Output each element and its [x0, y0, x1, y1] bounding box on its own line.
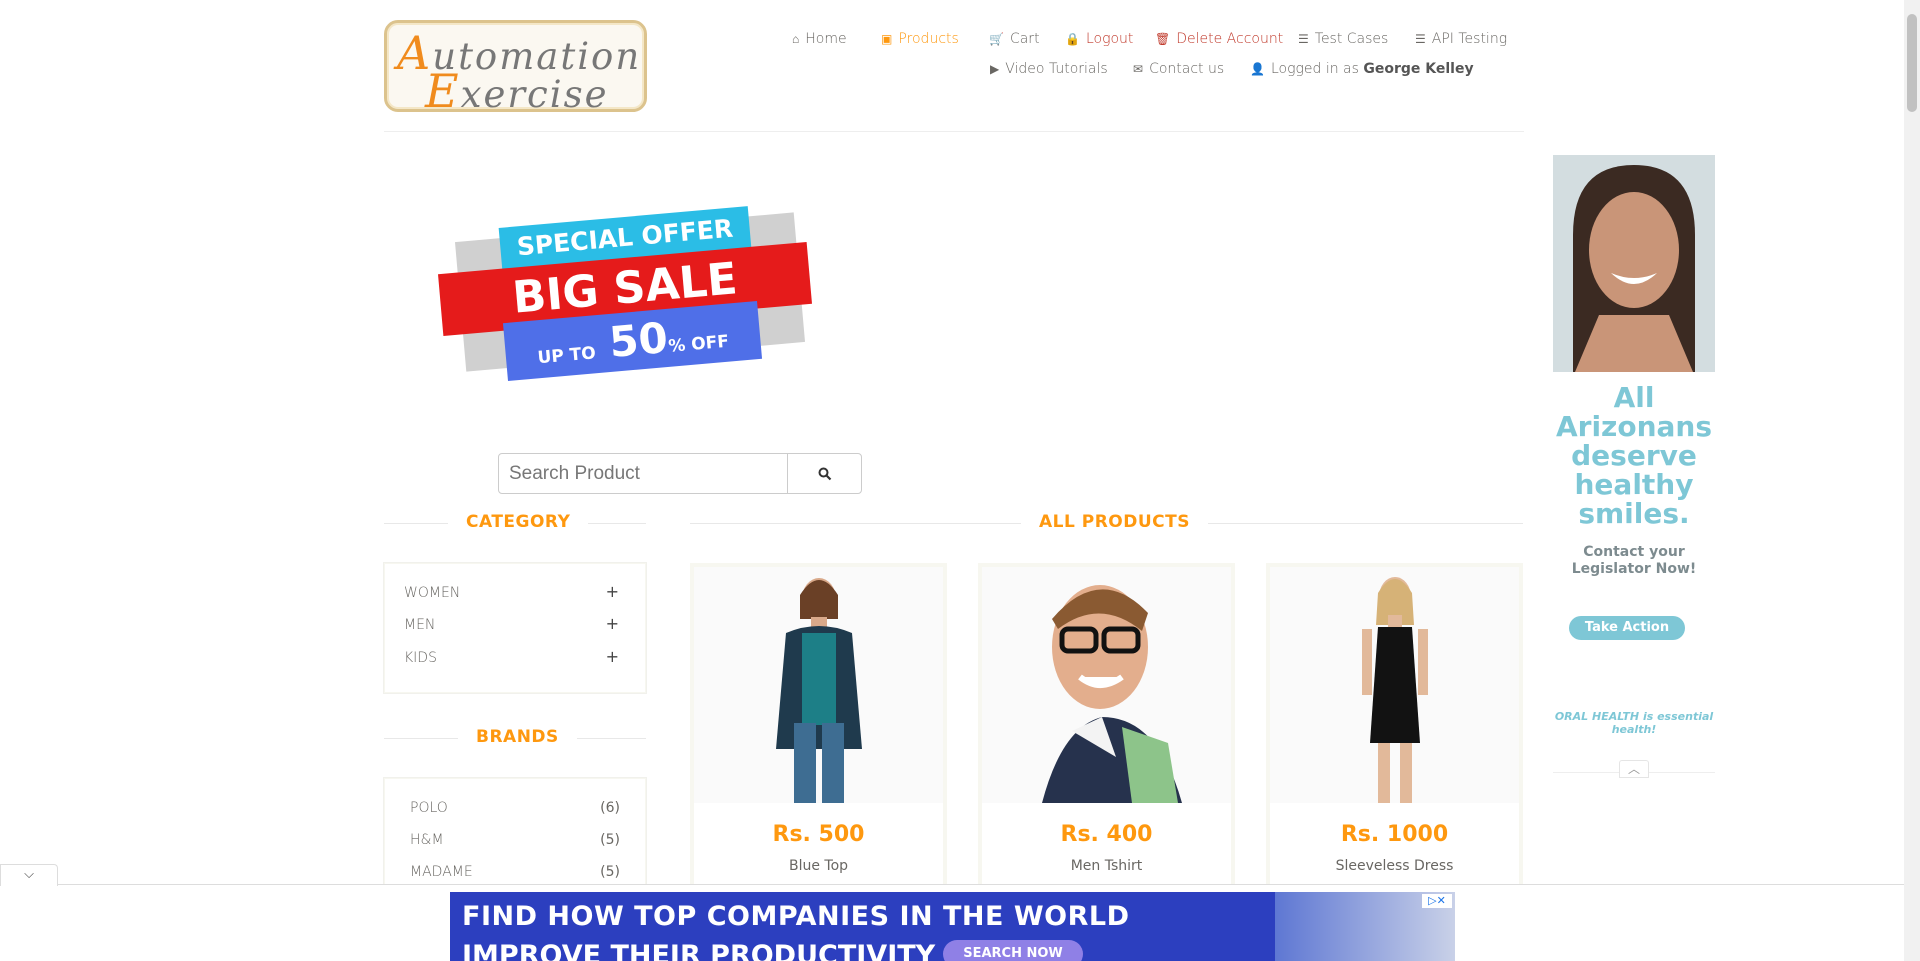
product-card: Rs. 500 Blue Top	[690, 563, 947, 893]
envelope-icon: ✉	[1133, 62, 1144, 76]
product-card: Rs. 400 Men Tshirt	[978, 563, 1235, 893]
brands-panel: POLO (6) H&M (5) MADAME (5)	[384, 778, 646, 888]
chevron-down-icon[interactable]: ⌵	[0, 864, 58, 886]
product-image-sleeveless-dress	[1270, 567, 1519, 803]
chevron-up-icon[interactable]: ︿	[1619, 760, 1649, 778]
brand-item-hm[interactable]: H&M	[410, 832, 444, 848]
product-image-blue-top	[694, 567, 943, 803]
page-scrollbar[interactable]	[1904, 0, 1920, 961]
product-name[interactable]: Sleeveless Dress	[1270, 858, 1519, 874]
ad-footer: ORAL HEALTH is essential health!	[1554, 710, 1714, 736]
ad-take-action-button[interactable]: Take Action	[1569, 616, 1685, 640]
brand-count: (6)	[600, 800, 620, 816]
category-panel: WOMEN + MEN + KIDS +	[384, 563, 646, 693]
list-icon: ☰	[1298, 32, 1309, 46]
trash-icon: 🗑	[1155, 32, 1171, 46]
scrollbar-thumb[interactable]	[1907, 14, 1917, 112]
lock-icon: 🔒	[1065, 32, 1080, 46]
shopping-bag-icon: ▣	[881, 32, 893, 46]
home-icon: ⌂	[792, 32, 800, 46]
plus-icon[interactable]: +	[606, 582, 619, 601]
product-name[interactable]: Blue Top	[694, 858, 943, 874]
product-price: Rs. 400	[1060, 822, 1153, 847]
nav-contact-us[interactable]: ✉ Contact us	[1133, 61, 1224, 77]
brand-count: (5)	[600, 832, 620, 848]
brand-count: (5)	[600, 864, 620, 880]
header-divider	[384, 131, 1524, 132]
all-products-title: ALL PRODUCTS	[1021, 512, 1208, 532]
nav-logged-in-as: 👤 Logged in as George Kelley	[1250, 61, 1474, 77]
ad-photo	[1553, 155, 1715, 372]
logo-line-2: Exercise	[425, 64, 609, 118]
nav-logout[interactable]: 🔒 Logout	[1065, 31, 1133, 47]
list-icon: ☰	[1415, 32, 1426, 46]
product-name[interactable]: Men Tshirt	[982, 858, 1231, 874]
category-item-kids[interactable]: KIDS	[404, 650, 437, 666]
search-product-input[interactable]	[498, 453, 790, 494]
product-price: Rs. 500	[772, 822, 865, 847]
nav-video-tutorials[interactable]: ▶ Video Tutorials	[990, 61, 1108, 77]
nav-products[interactable]: ▣ Products	[881, 31, 959, 47]
ad-bottom-line-1: FIND HOW TOP COMPANIES IN THE WORLD	[462, 901, 1130, 932]
search-button[interactable]	[787, 453, 862, 494]
nav-home[interactable]: ⌂ Home	[792, 31, 847, 47]
ad-bottom-line-2: IMPROVE THEIR PRODUCTIVITY	[462, 940, 936, 961]
search-icon	[818, 467, 831, 480]
site-logo[interactable]: Automation Exercise	[384, 20, 647, 118]
product-price: Rs. 1000	[1340, 822, 1449, 847]
product-image-men-tshirt	[982, 567, 1231, 803]
ad-close-icon[interactable]: ▷✕	[1422, 894, 1452, 908]
brand-item-madame[interactable]: MADAME	[410, 864, 473, 880]
logged-in-username: George Kelley	[1363, 61, 1474, 77]
category-item-women[interactable]: WOMEN	[404, 585, 460, 601]
cart-icon: 🛒	[989, 32, 1004, 46]
user-icon: 👤	[1250, 62, 1265, 76]
side-advertisement[interactable]: All Arizonans deserve healthy smiles. Co…	[1553, 155, 1715, 778]
plus-icon[interactable]: +	[606, 614, 619, 633]
ad-subline: Contact your Legislator Now!	[1571, 544, 1697, 577]
brand-item-polo[interactable]: POLO	[410, 800, 448, 816]
nav-delete-account[interactable]: 🗑 Delete Account	[1155, 31, 1283, 47]
nav-api-testing[interactable]: ☰ API Testing	[1415, 31, 1507, 47]
youtube-play-icon: ▶	[990, 62, 1000, 76]
category-title: CATEGORY	[448, 512, 589, 532]
nav-cart[interactable]: 🛒 Cart	[989, 31, 1040, 47]
sale-banner: SPECIAL OFFER BIG SALE UP TO 50% OFF	[438, 206, 825, 387]
bottom-advertisement[interactable]: FIND HOW TOP COMPANIES IN THE WORLD IMPR…	[450, 892, 1455, 961]
category-item-men[interactable]: MEN	[404, 617, 435, 633]
plus-icon[interactable]: +	[606, 647, 619, 666]
ad-search-now-button[interactable]: SEARCH NOW	[943, 940, 1083, 961]
nav-test-cases[interactable]: ☰ Test Cases	[1298, 31, 1388, 47]
ad-headline: All Arizonans deserve healthy smiles.	[1555, 381, 1713, 530]
product-card: Rs. 1000 Sleeveless Dress	[1266, 563, 1523, 893]
brands-title: BRANDS	[458, 727, 577, 747]
